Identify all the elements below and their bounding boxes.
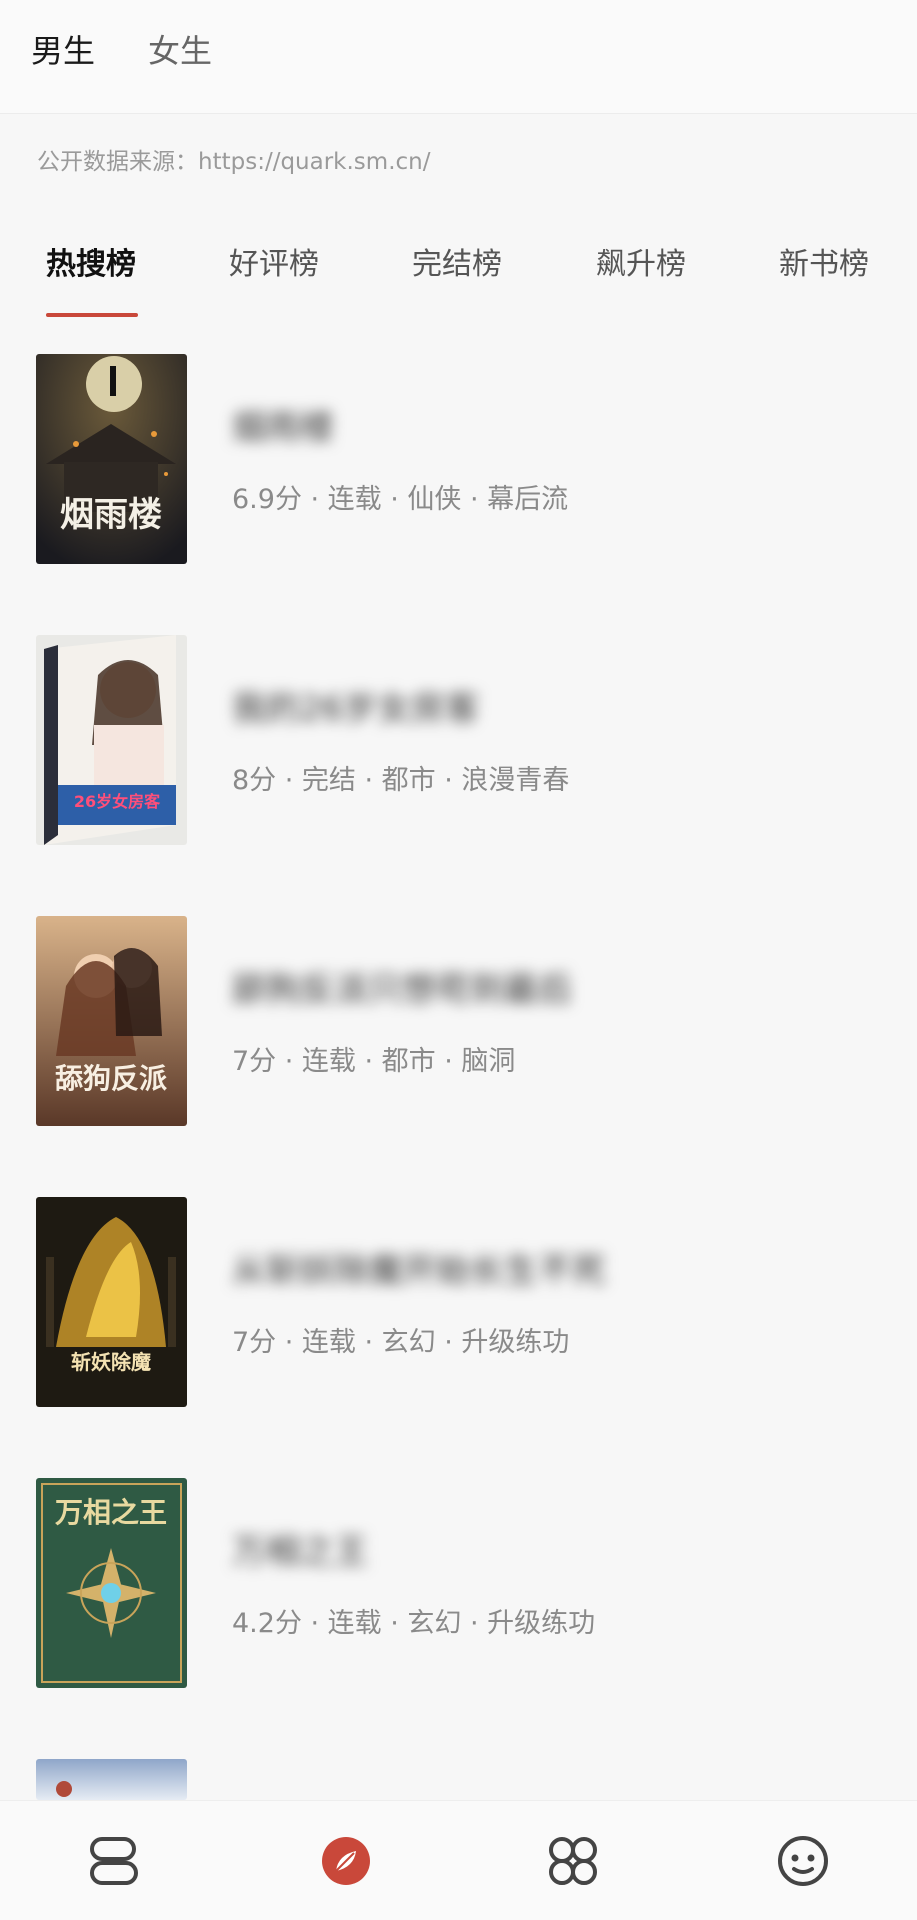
book-cover-partial[interactable] [36,1759,187,1800]
book-title[interactable]: 舔狗反派只想苟到最后 [232,966,572,1014]
book-item[interactable]: 万相之王 万相之王 4.2分 · 连载 · 玄幻 · 升级练功 [0,1478,917,1688]
cover-title-text: 万相之王 [55,1496,167,1529]
book-item[interactable]: 舔狗反派 舔狗反派只想苟到最后 7分 · 连载 · 都市 · 脑洞 [0,916,917,1126]
bookshelf-icon[interactable] [84,1831,144,1891]
app-screen: 男生 女生 公开数据来源：https://quark.sm.cn/ 热搜榜 好评… [0,0,917,1920]
book-title[interactable]: 万相之王 [232,1528,368,1576]
book-meta: 7分 · 连载 · 玄幻 · 升级练功 [232,1327,570,1358]
tab-good-review[interactable]: 好评榜 [229,245,319,285]
book-meta: 6.9分 · 连载 · 仙侠 · 幕后流 [232,484,569,515]
category-icon[interactable] [543,1831,603,1891]
book-title[interactable]: 我的26岁女房客 [232,685,479,733]
gender-tab-bar: 男生 女生 [0,0,917,114]
book-cover[interactable]: 舔狗反派 [36,916,187,1126]
tab-male[interactable]: 男生 [31,30,95,72]
bottom-navigation [0,1800,917,1920]
book-cover[interactable]: 万相之王 [36,1478,187,1688]
tab-female[interactable]: 女生 [148,30,212,72]
book-title[interactable]: 从斩妖除魔开始长生不死 [232,1247,606,1295]
tab-hot-search[interactable]: 热搜榜 [46,245,136,285]
tab-new-books[interactable]: 新书榜 [779,245,869,285]
book-item[interactable]: 烟雨楼 烟雨楼 6.9分 · 连载 · 仙侠 · 幕后流 [0,354,917,564]
discover-icon[interactable] [316,1831,376,1891]
tab-rising[interactable]: 飙升榜 [596,245,686,285]
profile-icon[interactable] [773,1831,833,1891]
data-source-note: 公开数据来源：https://quark.sm.cn/ [37,149,431,175]
book-cover[interactable]: 斩妖除魔 [36,1197,187,1407]
cover-title-text: 烟雨楼 [60,495,162,535]
book-meta: 4.2分 · 连载 · 玄幻 · 升级练功 [232,1608,596,1639]
book-cover[interactable]: 26岁女房客 [36,635,187,845]
book-meta: 8分 · 完结 · 都市 · 浪漫青春 [232,765,570,796]
cover-title-text: 26岁女房客 [74,792,161,811]
book-cover[interactable]: 烟雨楼 [36,354,187,564]
book-title[interactable]: 烟雨楼 [232,404,334,452]
book-item[interactable]: 26岁女房客 我的26岁女房客 8分 · 完结 · 都市 · 浪漫青春 [0,635,917,845]
cover-title-text: 舔狗反派 [55,1062,167,1095]
cover-title-text: 斩妖除魔 [71,1350,151,1374]
book-item[interactable]: 斩妖除魔 从斩妖除魔开始长生不死 7分 · 连载 · 玄幻 · 升级练功 [0,1197,917,1407]
book-meta: 7分 · 连载 · 都市 · 脑洞 [232,1046,516,1077]
active-tab-indicator [46,313,138,317]
tab-completed[interactable]: 完结榜 [412,245,502,285]
